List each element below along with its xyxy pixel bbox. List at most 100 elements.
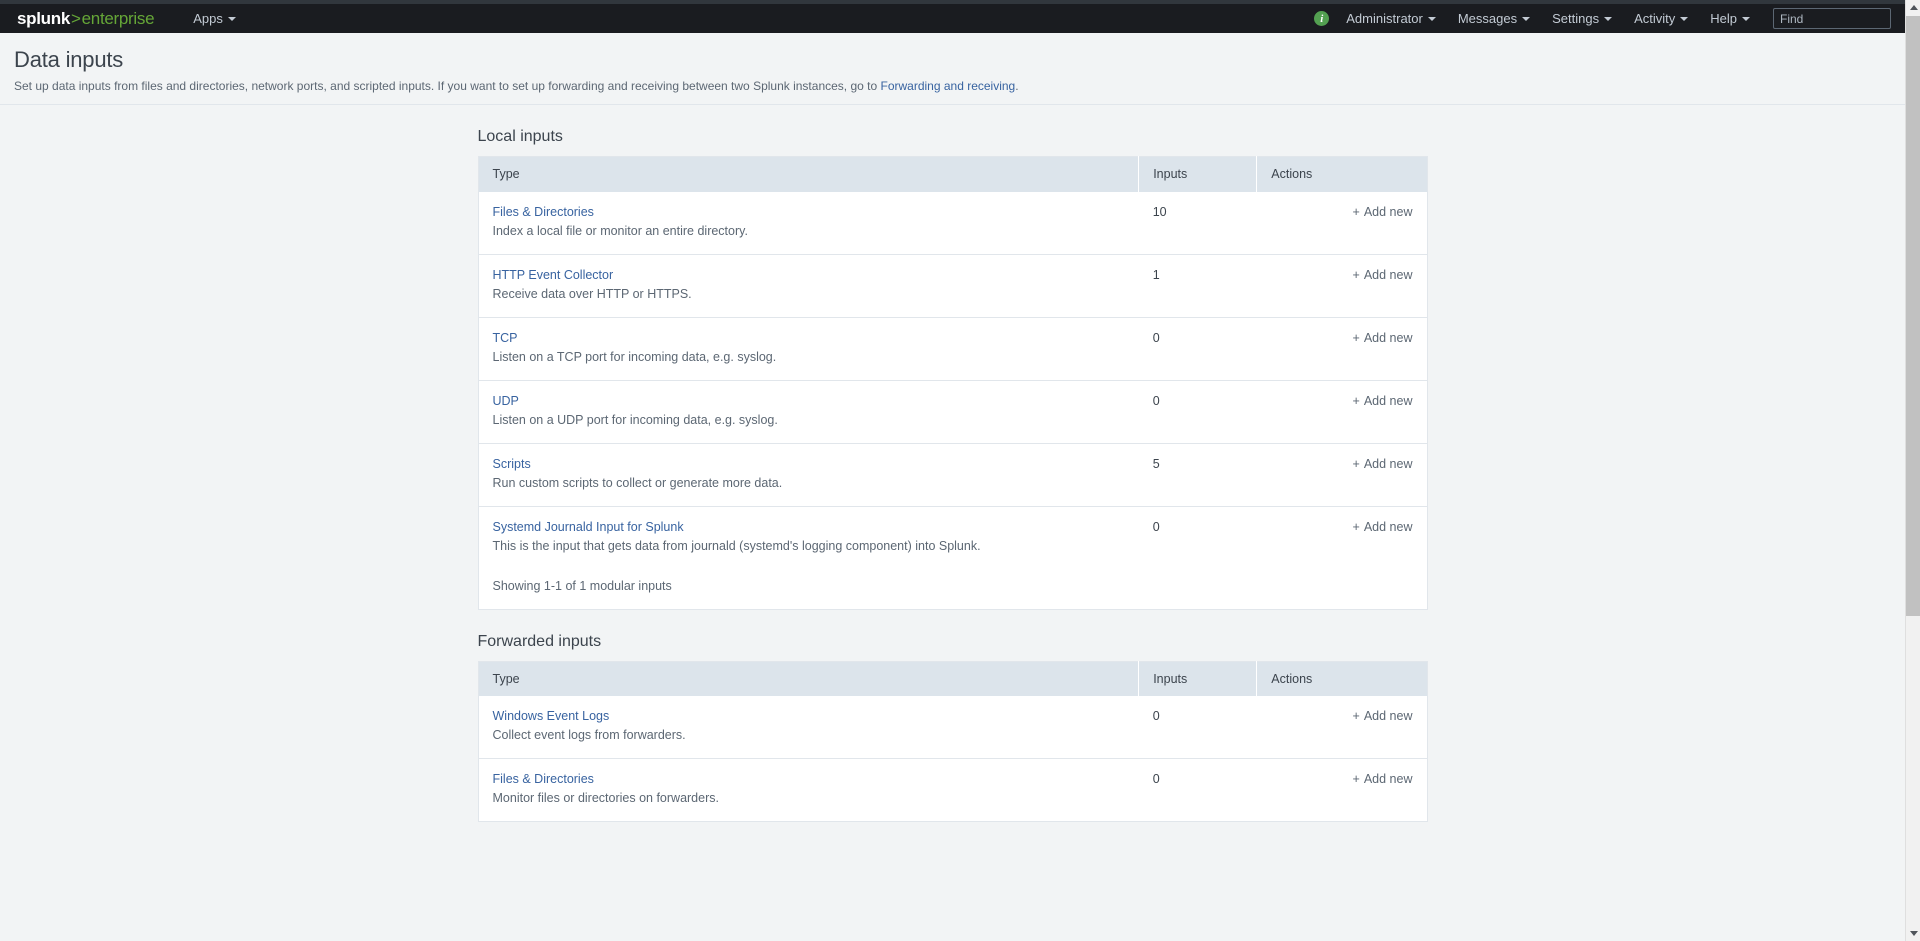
find-box[interactable]: [1773, 8, 1920, 29]
add-new-label: Add new: [1363, 456, 1413, 471]
add-new-label: Add new: [1363, 519, 1413, 534]
add-new-label: Add new: [1363, 204, 1413, 219]
splunk-enterprise-logo[interactable]: splunk > enterprise: [17, 8, 155, 29]
input-type-link-files-directories[interactable]: Files & Directories: [493, 205, 594, 219]
search-input[interactable]: [1780, 11, 1920, 26]
forwarded-inputs-table: Type Inputs Actions Windows Event Logs C…: [477, 660, 1428, 822]
plus-icon: +: [1352, 709, 1360, 723]
nav-activity[interactable]: Activity: [1623, 4, 1699, 33]
chevron-down-icon: [1604, 16, 1613, 21]
add-new-button[interactable]: + Add new: [1353, 268, 1413, 282]
section-title-forwarded-inputs: Forwarded inputs: [477, 632, 602, 650]
nav-administrator[interactable]: Administrator: [1335, 4, 1447, 33]
add-new-button[interactable]: + Add new: [1353, 709, 1413, 723]
column-header-type: Type: [478, 156, 1140, 192]
column-header-actions: Actions: [1256, 661, 1427, 696]
cell-inputs-count: 5: [1152, 456, 1160, 471]
cell-type: Systemd Journald Input for Splunk This i…: [478, 506, 1139, 609]
page-description-period: .: [1015, 79, 1019, 93]
nav-settings[interactable]: Settings: [1541, 4, 1623, 33]
table-row: Windows Event Logs Collect event logs fr…: [478, 696, 1427, 759]
input-type-link-tcp[interactable]: TCP: [493, 331, 518, 345]
nav-apps[interactable]: Apps: [182, 4, 247, 33]
cell-type: TCP Listen on a TCP port for incoming da…: [478, 317, 1139, 380]
cell-actions: + Add new: [1257, 317, 1427, 380]
cell-inputs-count: 1: [1152, 267, 1160, 282]
plus-icon: +: [1352, 456, 1360, 471]
chevron-down-icon: [1680, 16, 1689, 21]
cell-inputs-count: 0: [1152, 519, 1160, 534]
nav-help-label: Help: [1710, 11, 1737, 26]
app-header: splunk > enterprise Apps i Administrator M…: [0, 4, 1920, 33]
plus-icon: +: [1352, 519, 1360, 534]
cell-type: Scripts Run custom scripts to collect or…: [478, 443, 1139, 506]
scrollbar-thumb[interactable]: [1906, 16, 1920, 616]
cell-actions: + Add new: [1257, 254, 1427, 317]
cell-inputs-count: 10: [1152, 204, 1167, 219]
table-row: Files & Directories Index a local file o…: [478, 192, 1427, 255]
add-new-button[interactable]: + Add new: [1353, 772, 1413, 786]
input-type-link-http-event-collector[interactable]: HTTP Event Collector: [493, 268, 614, 282]
cell-actions: + Add new: [1257, 759, 1427, 822]
cell-inputs-count: 0: [1152, 393, 1160, 408]
logo-chevron-icon: >: [71, 8, 81, 28]
nav-administrator-label: Administrator: [1346, 11, 1423, 26]
logo-enterprise-text: enterprise: [81, 8, 155, 28]
table-row: UDP Listen on a UDP port for incoming da…: [478, 380, 1427, 443]
add-new-button[interactable]: + Add new: [1353, 520, 1413, 534]
input-type-description: Monitor files or directories on forwarde…: [492, 791, 719, 805]
cell-actions: + Add new: [1257, 192, 1427, 255]
input-type-link-scripts[interactable]: Scripts: [493, 457, 531, 471]
nav-messages[interactable]: Messages: [1447, 4, 1541, 33]
main-content: Local inputs Type Inputs Actions Files &…: [0, 105, 1905, 941]
forwarded-inputs-table-head: Type Inputs Actions: [478, 661, 1427, 696]
info-icon[interactable]: i: [1314, 11, 1330, 26]
cell-actions: + Add new: [1257, 380, 1427, 443]
input-type-description: Listen on a UDP port for incoming data, …: [492, 412, 778, 427]
local-inputs-table-head: Type Inputs Actions: [478, 156, 1427, 192]
header-right-nav: i Administrator Messages Settings Activi…: [1314, 4, 1920, 33]
nav-activity-label: Activity: [1634, 11, 1676, 26]
input-type-description: Collect event logs from forwarders.: [492, 728, 686, 742]
column-header-inputs: Inputs: [1138, 156, 1258, 192]
plus-icon: +: [1352, 267, 1360, 282]
add-new-label: Add new: [1363, 772, 1413, 786]
page-scrollbar[interactable]: [1905, 0, 1920, 941]
add-new-label: Add new: [1363, 709, 1413, 723]
input-type-link-systemd-journald[interactable]: Systemd Journald Input for Splunk: [493, 520, 684, 534]
plus-icon: +: [1352, 772, 1360, 786]
forwarding-and-receiving-link[interactable]: Forwarding and receiving: [880, 79, 1015, 93]
section-forwarded-inputs: Forwarded inputs Type Inputs Actions Win…: [477, 632, 1428, 822]
input-type-link-udp[interactable]: UDP: [493, 394, 519, 408]
scrollbar-down-button[interactable]: [1906, 926, 1920, 941]
modular-inputs-showing-note: Showing 1-1 of 1 modular inputs: [492, 578, 672, 593]
page-title: Data inputs: [14, 47, 124, 72]
add-new-button[interactable]: + Add new: [1353, 457, 1413, 471]
add-new-button[interactable]: + Add new: [1353, 331, 1413, 345]
add-new-button[interactable]: + Add new: [1353, 205, 1413, 219]
plus-icon: +: [1352, 330, 1360, 345]
cell-type: Files & Directories Monitor files or dir…: [478, 759, 1139, 822]
input-type-link-files-directories-forwarded[interactable]: Files & Directories: [493, 772, 594, 786]
input-type-description: Receive data over HTTP or HTTPS.: [492, 286, 692, 301]
table-header-row: Type Inputs Actions: [478, 661, 1427, 696]
input-type-link-windows-event-logs[interactable]: Windows Event Logs: [493, 709, 610, 723]
scrollbar-up-button[interactable]: [1906, 0, 1920, 15]
page-header: Data inputs Set up data inputs from file…: [0, 33, 1905, 105]
table-row: TCP Listen on a TCP port for incoming da…: [478, 317, 1427, 380]
forwarded-inputs-table-body: Windows Event Logs Collect event logs fr…: [478, 696, 1427, 822]
add-new-button[interactable]: + Add new: [1353, 394, 1413, 408]
cell-inputs-count: 0: [1152, 772, 1160, 786]
cell-actions: + Add new: [1257, 696, 1427, 759]
cell-inputs-count: 0: [1152, 330, 1160, 345]
section-title-local-inputs: Local inputs: [477, 128, 563, 145]
cell-type: Windows Event Logs Collect event logs fr…: [478, 696, 1139, 759]
nav-settings-label: Settings: [1552, 11, 1600, 26]
add-new-label: Add new: [1363, 330, 1413, 345]
cell-inputs-count: 0: [1152, 709, 1160, 723]
section-local-inputs: Local inputs Type Inputs Actions Files &…: [477, 128, 1428, 610]
add-new-label: Add new: [1363, 393, 1413, 408]
nav-messages-label: Messages: [1457, 11, 1518, 26]
nav-help[interactable]: Help: [1699, 4, 1761, 33]
chevron-down-icon: [227, 16, 236, 21]
